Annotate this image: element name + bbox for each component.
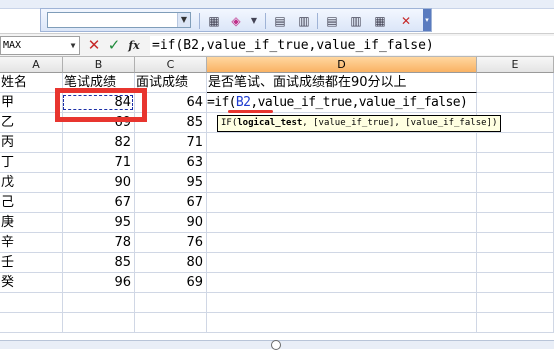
toolbar-options-icon[interactable]: ▾ — [423, 9, 431, 31]
cell-e4[interactable] — [477, 133, 554, 153]
cell-a7[interactable]: 己 — [0, 193, 63, 213]
cell-e2[interactable] — [477, 93, 554, 113]
cell-e1[interactable] — [477, 73, 554, 93]
cell-d7[interactable] — [207, 193, 477, 213]
empty-cell[interactable] — [207, 313, 477, 333]
empty-cell[interactable] — [207, 293, 477, 313]
cell-a4[interactable]: 丙 — [0, 133, 63, 153]
tooltip-function-name: IF( — [221, 118, 238, 128]
clear-icon[interactable]: ✕ — [397, 12, 415, 30]
name-box[interactable]: MAX ▼ — [0, 36, 80, 55]
red-highlight-box — [55, 88, 147, 122]
cell-e11[interactable] — [477, 273, 554, 293]
formatting-toolbar: ▼ ▦ ◈ ▼ ▤ ▥ ▤ ▥ ▦ ✕ ▾ — [40, 8, 432, 32]
cell-b11[interactable]: 96 — [63, 273, 135, 293]
cell-d10[interactable] — [207, 253, 477, 273]
cell-b5[interactable]: 71 — [63, 153, 135, 173]
align-right-icon[interactable]: ▥ — [347, 12, 365, 30]
scrollbar-knob[interactable] — [271, 340, 281, 350]
cell-c4[interactable]: 71 — [135, 133, 207, 153]
cell-b8[interactable]: 95 — [63, 213, 135, 233]
empty-cell[interactable] — [0, 313, 63, 333]
cell-a11[interactable]: 癸 — [0, 273, 63, 293]
cell-a9[interactable]: 辛 — [0, 233, 63, 253]
name-box-value: MAX — [3, 40, 22, 51]
column-header-d[interactable]: D — [207, 57, 477, 73]
chevron-down-icon[interactable]: ▼ — [177, 13, 190, 27]
toolbar-separator — [199, 13, 200, 29]
fill-color-icon[interactable]: ◈ — [227, 12, 245, 30]
toolbar-separator — [317, 13, 318, 29]
cell-c10[interactable]: 80 — [135, 253, 207, 273]
cell-e8[interactable] — [477, 213, 554, 233]
function-tooltip: IF(logical_test, [value_if_true], [value… — [217, 115, 502, 132]
cancel-icon[interactable]: ✕ — [86, 37, 102, 54]
cell-a5[interactable]: 丁 — [0, 153, 63, 173]
column-header-e[interactable]: E — [477, 57, 554, 73]
tooltip-current-argument[interactable]: logical_test — [237, 118, 302, 128]
column-header-a[interactable]: A — [10, 57, 63, 73]
cell-e5[interactable] — [477, 153, 554, 173]
cell-d11[interactable] — [207, 273, 477, 293]
empty-cell[interactable] — [477, 293, 554, 313]
formula-prefix: =if( — [207, 95, 237, 110]
red-underline-mark — [228, 110, 273, 113]
cell-b4[interactable]: 82 — [63, 133, 135, 153]
chevron-down-icon[interactable]: ▼ — [67, 37, 79, 54]
cell-c9[interactable]: 76 — [135, 233, 207, 253]
cell-c11[interactable]: 69 — [135, 273, 207, 293]
cell-a2[interactable]: 甲 — [0, 93, 63, 113]
cell-a10[interactable]: 壬 — [0, 253, 63, 273]
cell-a1[interactable]: 姓名 — [0, 73, 63, 93]
formula-rest: ,value_if_true,value_if_false) — [250, 95, 468, 110]
cell-c7[interactable]: 67 — [135, 193, 207, 213]
empty-cell[interactable] — [63, 293, 135, 313]
cell-d6[interactable] — [207, 173, 477, 193]
empty-cell[interactable] — [477, 313, 554, 333]
cell-d5[interactable] — [207, 153, 477, 173]
empty-cell[interactable] — [63, 313, 135, 333]
cell-e7[interactable] — [477, 193, 554, 213]
column-header-b[interactable]: B — [63, 57, 135, 73]
borders-icon[interactable]: ▤ — [271, 12, 289, 30]
cell-b6[interactable]: 90 — [63, 173, 135, 193]
cell-e10[interactable] — [477, 253, 554, 273]
align-left-icon[interactable]: ▥ — [295, 12, 313, 30]
cell-b7[interactable]: 67 — [63, 193, 135, 213]
cell-c5[interactable]: 63 — [135, 153, 207, 173]
cell-e6[interactable] — [477, 173, 554, 193]
cell-reference-b2: B2 — [235, 95, 251, 110]
formula-input[interactable]: =if(B2,value_if_true,value_if_false) — [150, 36, 554, 55]
cell-d1[interactable]: 是否笔试、面试成绩都在90分以上 — [207, 73, 477, 93]
merge-icon[interactable]: ▦ — [371, 12, 389, 30]
tooltip-other-arguments: , [value_if_true], [value_if_false]) — [302, 118, 498, 128]
empty-cell[interactable] — [135, 293, 207, 313]
cell-a3[interactable]: 乙 — [0, 113, 63, 133]
cell-d4[interactable] — [207, 133, 477, 153]
empty-cell[interactable] — [135, 313, 207, 333]
format-icon[interactable]: ▦ — [205, 12, 223, 30]
enter-icon[interactable]: ✓ — [106, 37, 122, 54]
cell-a6[interactable]: 戊 — [0, 173, 63, 193]
formula-bar: MAX ▼ ✕ ✓ fx =if(B2,value_if_true,value_… — [0, 33, 554, 57]
select-all-corner[interactable] — [0, 57, 10, 73]
toolbar-separator — [265, 13, 266, 29]
empty-cell[interactable] — [0, 293, 63, 313]
column-header-c[interactable]: C — [135, 57, 207, 73]
font-combo[interactable]: ▼ — [47, 12, 191, 28]
align-center-icon[interactable]: ▤ — [323, 12, 341, 30]
cell-e9[interactable] — [477, 233, 554, 253]
cell-c6[interactable]: 95 — [135, 173, 207, 193]
insert-function-icon[interactable]: fx — [126, 37, 142, 54]
cell-b10[interactable]: 85 — [63, 253, 135, 273]
cell-c8[interactable]: 90 — [135, 213, 207, 233]
chevron-down-icon[interactable]: ▼ — [245, 12, 263, 30]
cell-a8[interactable]: 庚 — [0, 213, 63, 233]
cell-d8[interactable] — [207, 213, 477, 233]
cell-d9[interactable] — [207, 233, 477, 253]
cell-b9[interactable]: 78 — [63, 233, 135, 253]
